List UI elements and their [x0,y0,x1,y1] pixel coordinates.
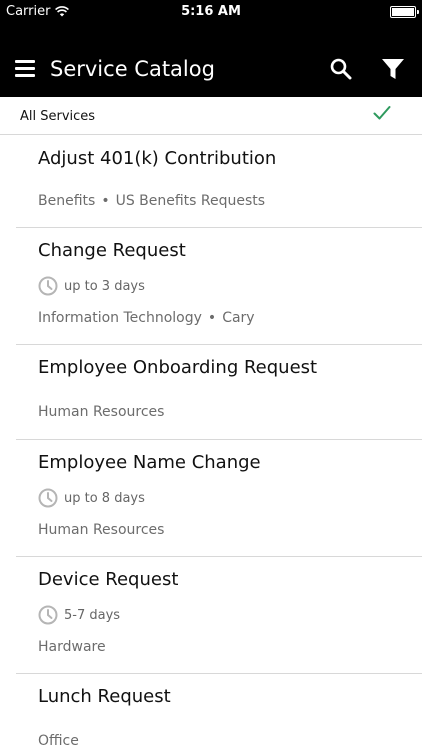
item-category: Hardware [38,639,106,655]
item-title: Employee Onboarding Request [38,357,318,378]
filter-label: All Services [20,109,96,124]
battery-icon [390,6,419,18]
clock-icon [38,488,58,508]
list-item[interactable]: Employee Name Change up to 8 days Human … [16,440,422,557]
item-title: Adjust 401(k) Contribution [38,148,277,169]
filter-row-all-services[interactable]: All Services [0,97,422,135]
list-item[interactable]: Lunch Request Office [16,674,422,750]
item-category: Office [38,733,79,749]
status-time: 5:16 AM [181,4,241,19]
item-duration: up to 3 days [38,276,145,296]
list-item[interactable]: Change Request up to 3 days Information … [16,228,422,345]
list-item[interactable]: Device Request 5-7 days Hardware [16,557,422,674]
item-category: Information Technology • Cary [38,310,255,326]
status-bar: Carrier 5:16 AM [0,0,422,24]
search-icon[interactable] [330,58,352,80]
item-title: Change Request [38,240,186,261]
item-title: Device Request [38,569,179,590]
page-title: Service Catalog [50,57,215,81]
filter-icon[interactable] [381,58,405,80]
item-title: Employee Name Change [38,452,261,473]
item-duration: 5-7 days [38,605,120,625]
item-category: Benefits • US Benefits Requests [38,193,266,209]
item-title: Lunch Request [38,686,171,707]
item-duration: up to 8 days [38,488,145,508]
list-item[interactable]: Adjust 401(k) Contribution Benefits • US B… [16,136,422,228]
item-category: Human Resources [38,404,165,420]
checkmark-icon [373,106,391,120]
clock-icon [38,276,58,296]
clock-icon [38,605,58,625]
item-category: Human Resources [38,522,165,538]
nav-bar: Service Catalog [0,24,422,97]
menu-icon[interactable] [15,60,35,78]
list-item[interactable]: Employee Onboarding Request Human Resour… [16,345,422,440]
